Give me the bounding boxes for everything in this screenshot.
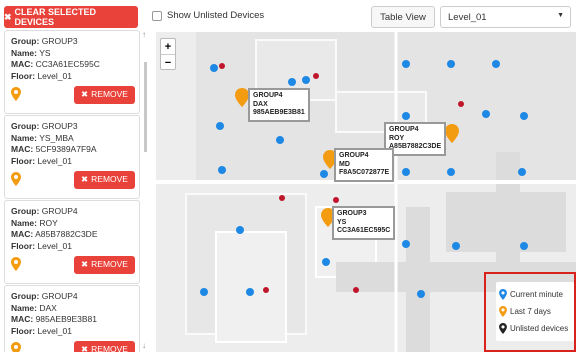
callout-group: GROUP4 [253, 92, 283, 99]
close-icon: ✖ [81, 89, 89, 100]
callout-mac: CC3A61EC595C [337, 227, 391, 234]
show-unlisted-label: Show Unlisted Devices [167, 10, 265, 21]
show-unlisted-checkbox[interactable] [152, 10, 162, 21]
remove-label: REMOVE [91, 174, 128, 185]
callout-name: YS [337, 218, 347, 226]
name-key: Name: [11, 217, 37, 228]
device-callout-ys[interactable]: GROUP3 YS CC3A61EC595C [332, 206, 396, 240]
map-pin-icon [11, 342, 21, 352]
map-legend-highlight: Current minute Last 7 days Unlisted devi… [484, 272, 576, 352]
device-group: GROUP3 [41, 121, 78, 131]
device-callout-dax[interactable]: GROUP4 DAX 985AEB9E3B81 [248, 88, 310, 122]
remove-button[interactable]: ✖ REMOVE [74, 86, 135, 104]
close-icon: ✖ [81, 344, 89, 352]
show-unlisted-checkbox-group[interactable]: Show Unlisted Devices [152, 10, 264, 21]
remove-button[interactable]: ✖ REMOVE [74, 256, 135, 274]
map-pin-icon [11, 172, 21, 186]
zoom-in-button[interactable]: + [161, 39, 175, 54]
floor-key: Floor: [11, 240, 36, 251]
legend-last-7-days: Last 7 days [499, 303, 571, 320]
legend-unlisted: Unlisted devices [499, 320, 571, 337]
device-floor: Level_01 [37, 155, 72, 166]
caret-down-icon: ▼ [557, 12, 564, 19]
device-mac: 5CF9389A7F9A [35, 144, 97, 154]
name-key: Name: [11, 302, 37, 313]
remove-button[interactable]: ✖ REMOVE [74, 171, 135, 189]
device-mac: 985AEB9E3B81 [35, 314, 98, 324]
remove-label: REMOVE [91, 259, 128, 270]
legend-current-minute: Current minute [499, 286, 571, 303]
callout-name: ROY [389, 134, 405, 142]
callout-name: MD [339, 160, 350, 168]
device-floor: Level_01 [37, 70, 72, 81]
table-view-button[interactable]: Table View [371, 6, 435, 28]
close-icon: ✖ [4, 11, 12, 22]
floor-key: Floor: [11, 155, 36, 166]
device-card: Group: GROUP3 Name: YS_MBA MAC: 5CF9389A… [4, 115, 140, 199]
device-card: Group: GROUP3 Name: YS MAC: CC3A61EC595C… [4, 30, 140, 114]
group-key: Group: [11, 291, 40, 301]
map-pin-icon [499, 289, 507, 300]
mac-key: MAC: [11, 314, 34, 324]
remove-label: REMOVE [91, 344, 128, 352]
map-legend: Current minute Last 7 days Unlisted devi… [496, 282, 574, 341]
clear-selected-label: CLEAR SELECTED DEVICES [14, 7, 97, 27]
mac-key: MAC: [11, 144, 34, 154]
clear-selected-devices-button[interactable]: ✖ CLEAR SELECTED DEVICES [4, 6, 138, 28]
zoom-out-button[interactable]: − [161, 55, 175, 70]
level-select-value: Level_01 [448, 11, 487, 23]
device-group: GROUP3 [41, 36, 78, 46]
device-name: ROY [39, 217, 58, 228]
floor-key: Floor: [11, 70, 36, 81]
scrollbar-thumb[interactable] [144, 62, 147, 152]
legend-last-7-days-label: Last 7 days [510, 307, 551, 316]
level-select[interactable]: Level_01 ▼ [440, 6, 571, 28]
name-key: Name: [11, 47, 37, 58]
map-pin-icon [499, 306, 507, 317]
device-group: GROUP4 [41, 206, 78, 216]
scroll-up-icon[interactable]: ↑ [142, 30, 146, 39]
group-key: Group: [11, 121, 40, 131]
name-key: Name: [11, 132, 37, 143]
mac-key: MAC: [11, 59, 34, 69]
legend-current-minute-label: Current minute [510, 290, 563, 299]
selected-devices-list: Group: GROUP3 Name: YS MAC: CC3A61EC595C… [4, 30, 140, 352]
device-group: GROUP4 [41, 291, 78, 301]
device-mac: CC3A61EC595C [35, 59, 100, 69]
device-name: DAX [39, 302, 57, 313]
map-pin-icon [11, 87, 21, 101]
callout-group: GROUP3 [337, 210, 367, 217]
map-pin-icon [11, 257, 21, 271]
callout-group: GROUP4 [389, 126, 419, 133]
group-key: Group: [11, 36, 40, 46]
map-pin-icon [499, 323, 507, 334]
callout-mac: 985AEB9E3B81 [253, 109, 305, 116]
scroll-down-icon[interactable]: ↓ [142, 341, 146, 350]
mac-key: MAC: [11, 229, 34, 239]
callout-name: DAX [253, 100, 268, 108]
zoom-control: + − [160, 38, 176, 70]
device-floor: Level_01 [37, 325, 72, 336]
remove-label: REMOVE [91, 89, 128, 100]
floor-key: Floor: [11, 325, 36, 336]
close-icon: ✖ [81, 259, 89, 270]
device-floor: Level_01 [37, 240, 72, 251]
callout-mac: A85B7882C3DE [389, 143, 442, 150]
device-name: YS [39, 47, 51, 58]
callout-group: GROUP4 [339, 152, 369, 159]
device-card: Group: GROUP4 Name: ROY MAC: A85B7882C3D… [4, 200, 140, 284]
device-mac: A85B7882C3DE [35, 229, 98, 239]
close-icon: ✖ [81, 174, 89, 185]
group-key: Group: [11, 206, 40, 216]
device-callout-md[interactable]: GROUP4 MD F8A5C072877E [334, 148, 395, 182]
remove-button[interactable]: ✖ REMOVE [74, 341, 135, 352]
legend-unlisted-label: Unlisted devices [510, 324, 569, 333]
device-card: Group: GROUP4 Name: DAX MAC: 985AEB9E3B8… [4, 285, 140, 352]
callout-mac: F8A5C072877E [339, 169, 390, 176]
device-name: YS_MBA [39, 132, 74, 143]
